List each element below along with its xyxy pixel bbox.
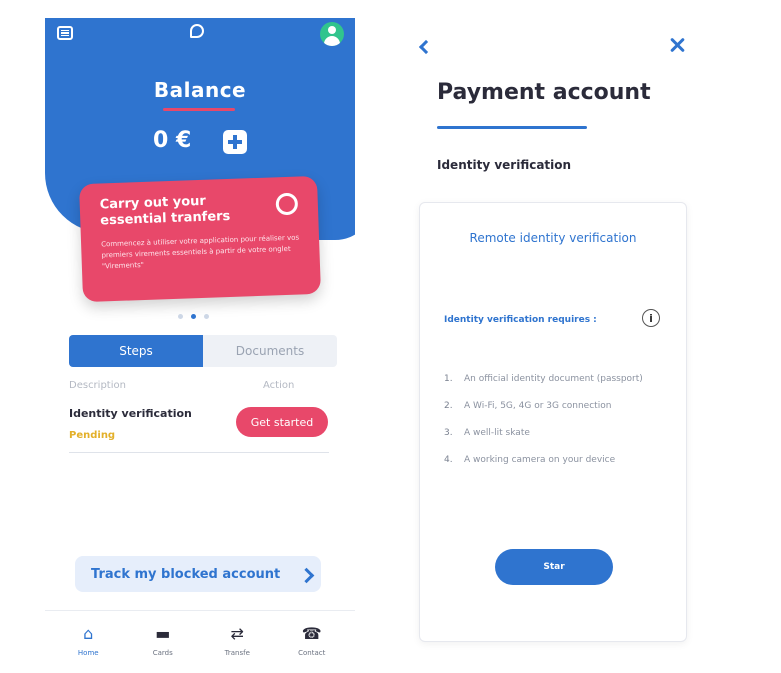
add-funds-button[interactable]: [223, 130, 247, 154]
home-screen: Balance 0 € Carry out your essential tra…: [45, 0, 355, 673]
requirement-text: An official identity document (passport): [464, 374, 643, 384]
balance-underline: [163, 108, 235, 111]
nav-label: Transfe: [224, 649, 250, 657]
column-header-action: Action: [263, 380, 295, 391]
phone-icon: ☎: [301, 624, 322, 643]
card-icon: ▬: [155, 624, 171, 643]
list-item: 3. A well-lit skate: [444, 427, 674, 440]
nav-label: Contact: [298, 649, 326, 657]
back-chevron-icon[interactable]: [418, 39, 434, 55]
requirements-label: Identity verification requires :: [444, 315, 597, 325]
row-divider: [69, 452, 329, 453]
column-header-description: Description: [69, 380, 126, 391]
refresh-icon: [275, 192, 299, 216]
profile-avatar-icon[interactable]: [320, 22, 344, 46]
tab-documents[interactable]: Documents: [203, 335, 337, 367]
home-icon: ⌂: [83, 624, 94, 643]
list-item: 2. A Wi-Fi, 5G, 4G or 3G connection: [444, 400, 674, 413]
list-item: 1. An official identity document (passpo…: [444, 373, 674, 386]
track-button-label: Track my blocked account: [91, 567, 281, 582]
title-underline: [437, 126, 587, 129]
nav-item-cards[interactable]: ▬ Cards: [133, 611, 193, 673]
menu-icon[interactable]: [57, 26, 73, 40]
bottom-navigation: ⌂ Home ▬ Cards ⇄ Transfe ☎ Contact: [45, 610, 355, 673]
requirement-text: A Wi-Fi, 5G, 4G or 3G connection: [464, 401, 612, 411]
steps-documents-tabs: Steps Documents: [69, 335, 337, 367]
nav-label: Home: [77, 649, 99, 657]
step-name: Identity verification: [69, 407, 192, 420]
nav-item-transfers[interactable]: ⇄ Transfe: [207, 611, 267, 673]
app-logo-icon: [190, 24, 204, 38]
balance-amount: 0 €: [153, 128, 192, 153]
track-blocked-account-button[interactable]: Track my blocked account: [75, 556, 321, 592]
requirement-text: A working camera on your device: [464, 455, 616, 465]
step-status: Pending: [69, 430, 116, 441]
promo-card[interactable]: Carry out your essential tranfers Commen…: [79, 175, 321, 303]
carousel-dot[interactable]: [178, 314, 183, 319]
start-verification-button[interactable]: Star: [495, 549, 613, 585]
requirement-text: A well-lit skate: [464, 428, 530, 438]
payment-account-screen: Payment account Identity verification Re…: [405, 0, 705, 673]
section-label: Identity verification: [437, 158, 572, 172]
transfer-icon: ⇄: [230, 624, 244, 643]
remote-verification-card: Remote identity verification Identity ve…: [419, 202, 687, 642]
list-item: 4. A working camera on your device: [444, 454, 674, 467]
tab-steps[interactable]: Steps: [69, 335, 203, 367]
close-icon[interactable]: [669, 36, 687, 54]
info-icon[interactable]: i: [642, 309, 660, 327]
requirements-list: 1. An official identity document (passpo…: [444, 373, 674, 481]
chevron-right-icon: [298, 567, 315, 584]
promo-title: Carry out your essential tranfers: [99, 193, 231, 229]
carousel-dot-active[interactable]: [191, 314, 196, 319]
nav-item-contact[interactable]: ☎ Contact: [282, 611, 342, 673]
promo-body: Commencez à utiliser votre application p…: [100, 233, 300, 271]
balance-title: Balance: [153, 78, 247, 102]
page-title: Payment account: [437, 80, 651, 105]
card-title: Remote identity verification: [469, 231, 637, 245]
nav-item-home[interactable]: ⌂ Home: [58, 611, 118, 673]
carousel-dots: [178, 314, 209, 319]
nav-label: Cards: [152, 649, 173, 657]
carousel-dot[interactable]: [204, 314, 209, 319]
get-started-button[interactable]: Get started: [236, 407, 328, 437]
